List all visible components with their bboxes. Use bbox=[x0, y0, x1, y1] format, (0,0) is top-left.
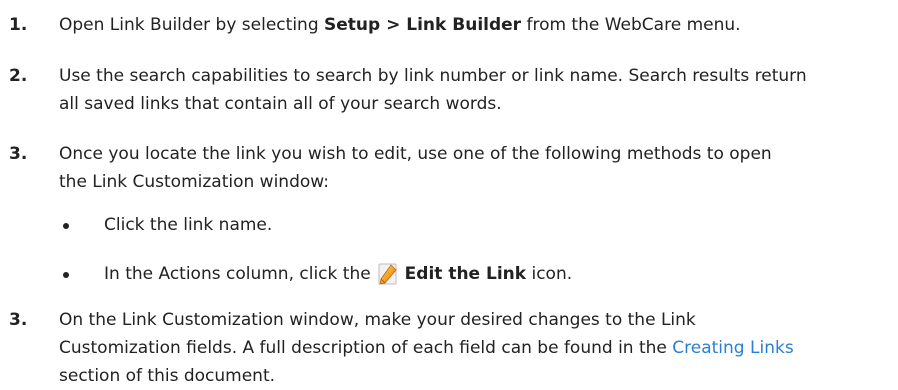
bullet-dot bbox=[63, 272, 69, 278]
step-line: Customization fields. A full description… bbox=[59, 334, 894, 362]
step-line: Use the search capabilities to search by… bbox=[59, 66, 807, 86]
bullet-text-before: In the Actions column, click the bbox=[104, 264, 371, 284]
step-line: Once you locate the link you wish to edi… bbox=[59, 144, 772, 164]
edit-pencil-icon bbox=[376, 262, 400, 286]
edit-link-label: Edit the Link bbox=[404, 264, 527, 284]
step-line: all saved links that contain all of your… bbox=[59, 94, 502, 114]
step-number: 3. bbox=[9, 144, 28, 164]
creating-links-link[interactable]: Creating Links bbox=[672, 338, 793, 358]
step-number: 1. bbox=[9, 15, 28, 35]
bullet-text-after: icon. bbox=[526, 264, 573, 284]
step-text-after: from the WebCare menu. bbox=[521, 15, 741, 35]
bullet-text: In the Actions column, click the Edit th… bbox=[104, 260, 572, 288]
step-text: Once you locate the link you wish to edi… bbox=[59, 140, 894, 196]
step-text: Open Link Builder by selecting Setup > L… bbox=[59, 11, 894, 39]
step-line: On the Link Customization window, make y… bbox=[59, 310, 696, 330]
step-line: the Link Customization window: bbox=[59, 172, 329, 192]
step-line: section of this document. bbox=[59, 366, 276, 386]
step-number: 3. bbox=[9, 310, 28, 330]
bullet-text: Click the link name. bbox=[104, 215, 273, 235]
step-text-before: Open Link Builder by selecting bbox=[59, 15, 325, 35]
step-text: On the Link Customization window, make y… bbox=[59, 306, 894, 390]
menu-path: Setup > Link Builder bbox=[324, 15, 522, 35]
step-number: 2. bbox=[9, 66, 28, 86]
step-line-before: Customization fields. A full description… bbox=[59, 338, 673, 358]
bullet-dot bbox=[63, 223, 69, 229]
step-text: Use the search capabilities to search by… bbox=[59, 62, 894, 118]
